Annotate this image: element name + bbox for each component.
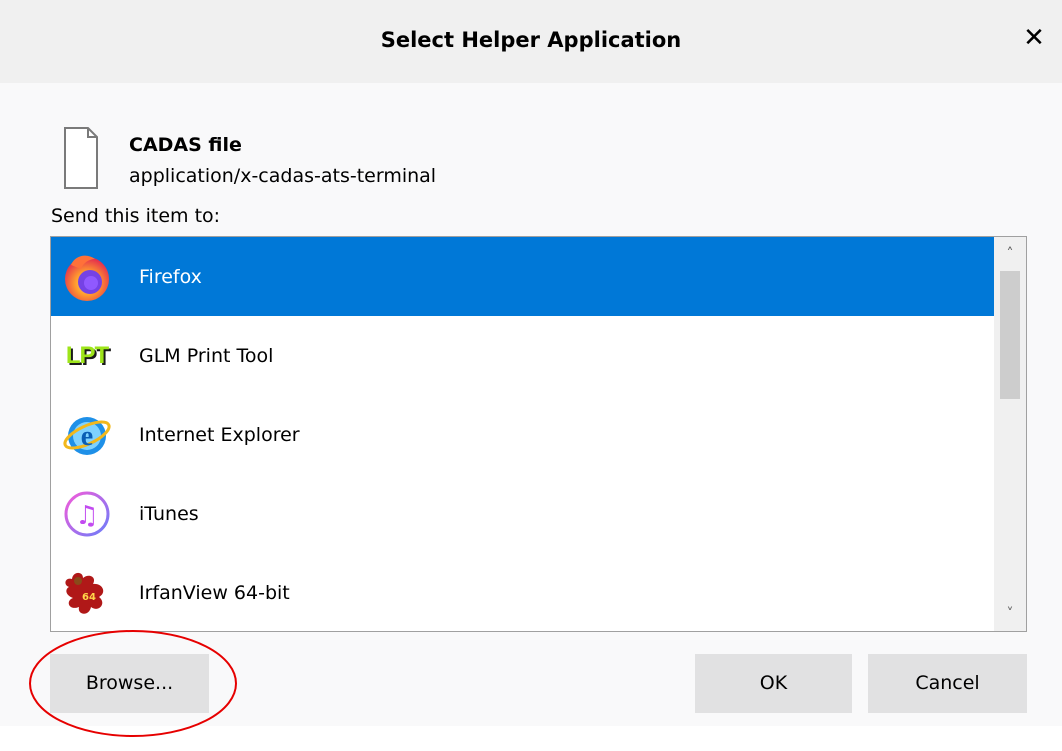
send-to-label: Send this item to:: [51, 205, 221, 227]
scroll-down-arrow-icon[interactable]: ˅: [994, 599, 1026, 629]
scrollbar-thumb[interactable]: [1000, 271, 1020, 399]
list-item-irfanview[interactable]: 64 IrfanView 64-bit: [51, 553, 995, 631]
close-button[interactable]: ✕: [1020, 24, 1048, 52]
list-item-glm-print-tool[interactable]: LPT GLM Print Tool: [51, 316, 995, 395]
app-label-irfanview: IrfanView 64-bit: [139, 581, 290, 604]
itunes-icon: ♫: [61, 488, 113, 540]
internet-explorer-icon: e: [61, 409, 113, 461]
svg-text:e: e: [81, 421, 93, 452]
list-item-firefox[interactable]: Firefox: [51, 237, 995, 316]
irfanview-icon: 64: [61, 567, 113, 619]
svg-text:64: 64: [82, 592, 96, 603]
file-mime-type: application/x-cadas-ats-terminal: [129, 165, 437, 187]
svg-text:♫: ♫: [75, 501, 98, 531]
vertical-scrollbar[interactable]: ˄ ˅: [994, 237, 1026, 631]
file-type-name: CADAS file: [129, 134, 242, 156]
app-label-itunes: iTunes: [139, 502, 199, 525]
application-list[interactable]: Firefox LPT GLM Print Tool e Internet Ex…: [50, 236, 1027, 632]
scroll-up-arrow-icon[interactable]: ˄: [994, 239, 1026, 269]
cancel-button[interactable]: Cancel: [868, 654, 1027, 713]
list-item-internet-explorer[interactable]: e Internet Explorer: [51, 395, 995, 474]
firefox-icon: [61, 251, 113, 303]
dialog-title: Select Helper Application: [380, 28, 682, 52]
lpt-icon: LPT: [65, 341, 109, 369]
app-label-firefox: Firefox: [139, 265, 202, 288]
app-label-internet-explorer: Internet Explorer: [139, 423, 300, 446]
browse-button[interactable]: Browse...: [50, 654, 209, 713]
close-icon: ✕: [1023, 23, 1045, 53]
app-label-glm-print-tool: GLM Print Tool: [139, 344, 274, 367]
document-icon: [64, 127, 98, 189]
title-bar: Select Helper Application ✕: [0, 0, 1062, 83]
helper-app-dialog: Select Helper Application ✕ CADAS file a…: [0, 0, 1062, 726]
ok-button[interactable]: OK: [695, 654, 852, 713]
list-item-itunes[interactable]: ♫ iTunes: [51, 474, 995, 553]
